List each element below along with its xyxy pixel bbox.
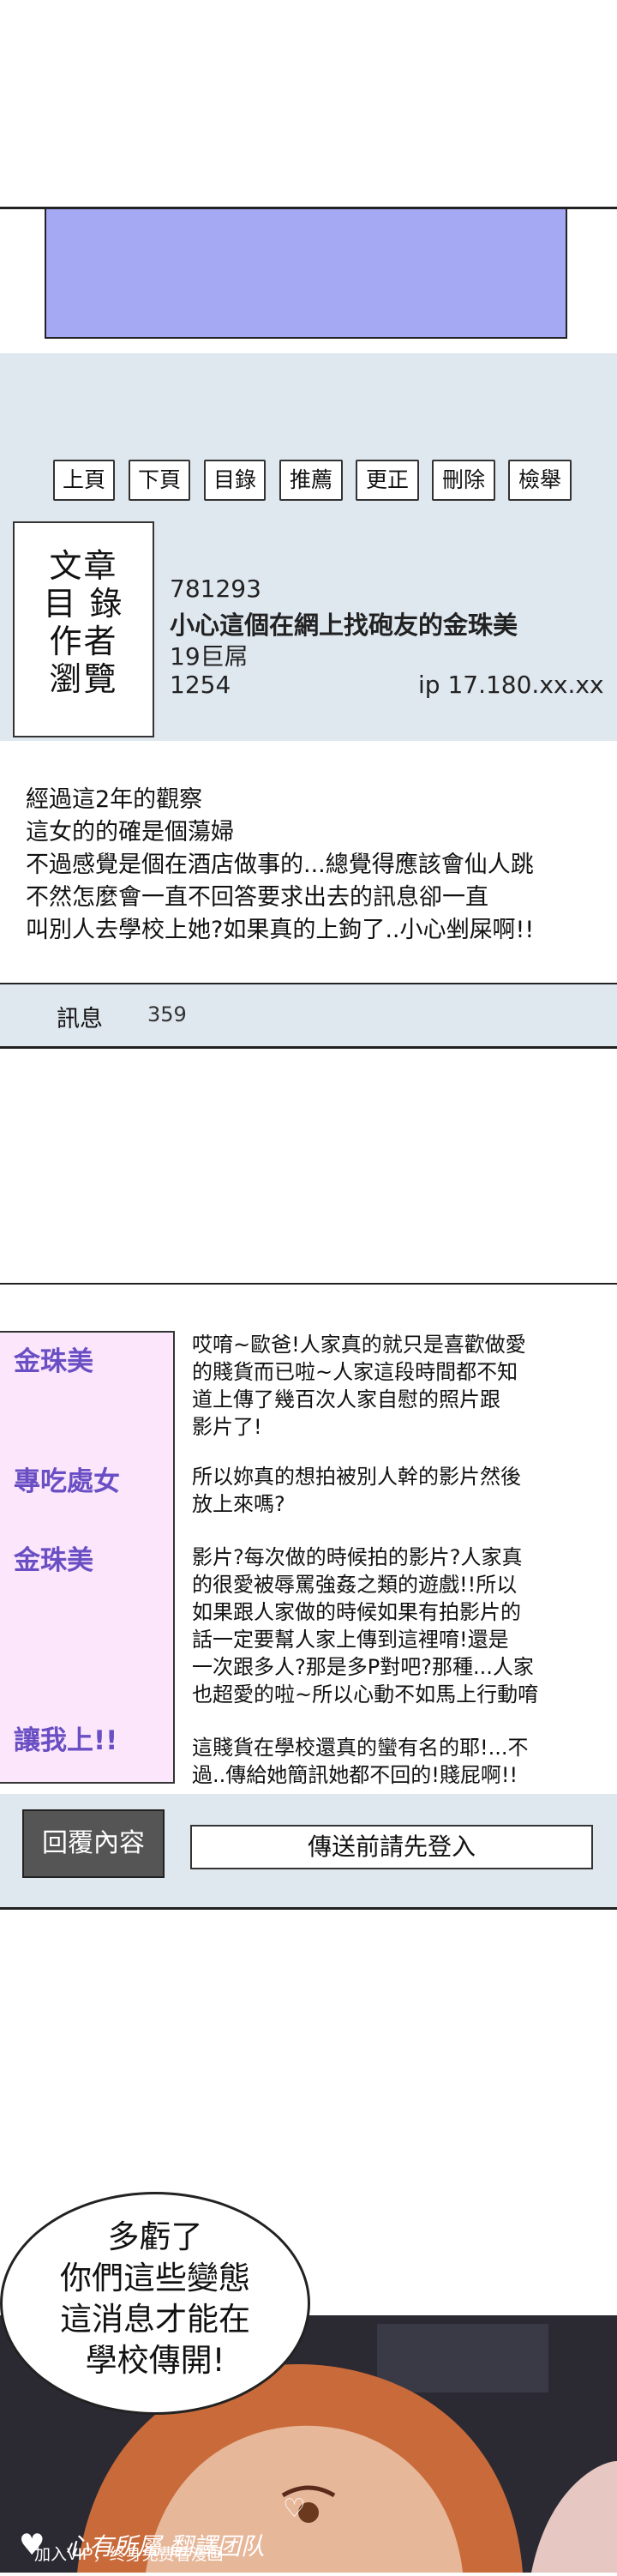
heart-icon: ♡: [283, 2494, 306, 2524]
body-line: 叫別人去學校上她?如果真的上鉤了..小心剉屎啊!!: [26, 917, 535, 943]
reply-line: 也超愛的啦~所以心動不如馬上行動唷: [192, 1682, 539, 1706]
reply-author[interactable]: 讓我上!!: [14, 1718, 117, 1757]
watermark-sub: 加入VIP，终身免费看漫画: [34, 2546, 224, 2564]
label-author: 作者: [49, 623, 118, 660]
label-directory: 目 錄: [43, 585, 124, 623]
post-toolbar: 上頁 下頁 目錄 推薦 更正 刪除 檢舉: [0, 460, 617, 504]
reply-line: 過..傳給她簡訊她都不回的!賤屁啊!!: [192, 1763, 518, 1787]
reply-line: 話一定要幫人家上傳到這裡唷!還是: [192, 1628, 509, 1652]
bubble-line: 你們這些變態: [60, 2260, 250, 2296]
reply-line: 影片?每次做的時候拍的影片?人家真: [192, 1545, 523, 1569]
recommend-button[interactable]: 推薦: [279, 460, 343, 501]
bubble-line: 這消息才能在: [60, 2301, 250, 2338]
post-author[interactable]: 19巨屌: [170, 638, 249, 672]
reply-line: 放上來嗎?: [192, 1492, 285, 1516]
body-line: 不過感覺是個在酒店做事的...總覺得應該會仙人跳: [26, 852, 534, 878]
reply-author[interactable]: 專吃處女: [14, 1460, 120, 1498]
panel-bottom-border: [0, 1046, 617, 1049]
reply-line: 的賤貨而已啦~人家這段時間都不知: [192, 1360, 518, 1384]
post-title[interactable]: 小心這個在網上找砲友的金珠美: [170, 605, 518, 641]
bubble-line: 學校傳開!: [85, 2342, 225, 2379]
article-id: 781293: [170, 575, 261, 603]
post-views: 1254: [170, 671, 231, 699]
body-line: 不然怎麼會一直不回答要求出去的訊息卻一直: [26, 884, 488, 911]
reply-line: 如果跟人家做的時候如果有拍影片的: [192, 1600, 521, 1624]
reply-line: 的很愛被辱罵強姦之類的遊戲!!所以: [192, 1573, 518, 1597]
reply-button[interactable]: 回覆內容: [22, 1809, 165, 1878]
bubble-line: 多虧了: [107, 2218, 203, 2255]
delete-button[interactable]: 刪除: [432, 460, 495, 501]
directory-button[interactable]: 目錄: [204, 460, 266, 501]
banner-box: [45, 208, 567, 339]
reply-line: 影片了!: [192, 1415, 262, 1439]
reply-line: 一次跟多人?那是多P對吧?那種...人家: [192, 1655, 534, 1679]
login-prompt-field[interactable]: 傳送前請先登入: [190, 1825, 593, 1869]
post-label-box: 文章 目 錄 作者 瀏覽: [13, 521, 154, 737]
body-line: 這女的的確是個蕩婦: [26, 819, 234, 846]
report-button[interactable]: 檢舉: [508, 460, 572, 501]
label-views: 瀏覽: [49, 660, 118, 698]
prev-page-button[interactable]: 上頁: [53, 460, 115, 501]
thread-bottom-border: [0, 1907, 617, 1910]
info-label: 訊息: [57, 1006, 103, 1032]
reply-author[interactable]: 金珠美: [14, 1538, 93, 1577]
reply-line: 所以妳真的想拍被別人幹的影片然後: [192, 1465, 521, 1489]
reply-line: 哎唷~歐爸!人家真的就只是喜歡做愛: [192, 1333, 526, 1357]
panel-top-border: [0, 207, 617, 209]
info-bar: 訊息 359: [0, 984, 617, 1046]
correct-button[interactable]: 更正: [356, 460, 419, 501]
reply-line: 道上傳了幾百次人家自慰的照片跟: [192, 1387, 500, 1411]
reply-line: 這賤貨在學校還真的蠻有名的耶!...不: [192, 1736, 529, 1760]
reply-author[interactable]: 金珠美: [14, 1339, 93, 1378]
info-count: 359: [147, 1002, 187, 1026]
label-article: 文章: [49, 547, 118, 585]
post-ip: ip 17.180.xx.xx: [418, 671, 604, 699]
next-page-button[interactable]: 下頁: [129, 460, 190, 501]
body-line: 經過這2年的觀察: [26, 786, 203, 813]
